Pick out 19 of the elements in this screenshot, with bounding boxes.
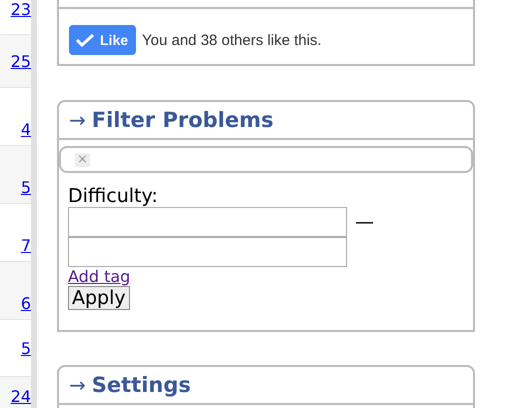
- arrow-icon: →: [69, 108, 86, 132]
- like-count-text: You and 38 others like this.: [142, 32, 322, 48]
- max-difficulty-field[interactable]: [68, 237, 347, 267]
- like-button[interactable]: Like: [69, 25, 136, 55]
- problem-link[interactable]: 5: [20, 338, 31, 358]
- add-tag-link[interactable]: Add tag: [68, 267, 130, 286]
- problem-link[interactable]: 4: [20, 120, 31, 139]
- problem-link[interactable]: 23: [10, 0, 31, 19]
- min-difficulty-field[interactable]: [68, 207, 347, 237]
- problem-link[interactable]: 5: [20, 178, 31, 197]
- problem-link[interactable]: 6: [20, 294, 31, 313]
- panel-title: Filter Problems: [92, 108, 274, 132]
- check-icon: [75, 33, 95, 47]
- apply-button[interactable]: Apply: [68, 286, 130, 310]
- arrow-icon: →: [69, 373, 86, 397]
- panel-title: Settings: [92, 373, 191, 397]
- range-dash: —: [355, 211, 374, 233]
- problem-link[interactable]: 7: [20, 236, 31, 255]
- difficulty-label: Difficulty:: [68, 185, 159, 207]
